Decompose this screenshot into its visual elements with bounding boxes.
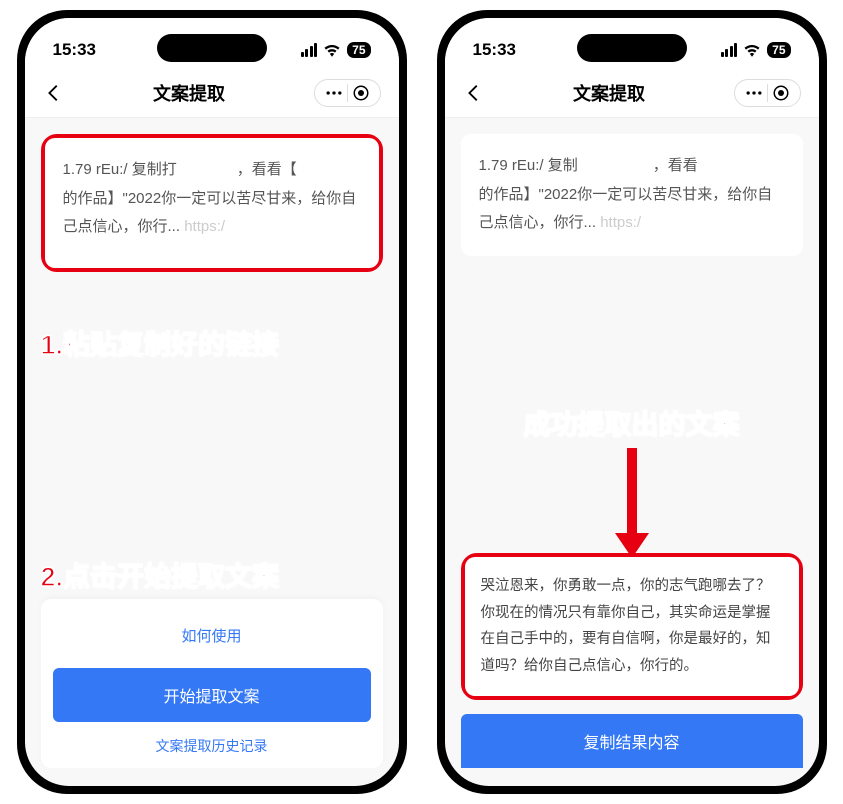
content-area: 1.79 rEu:/ 复制 ，看看 的作品】"2022你一定可以苦尽甘来，给你自… [445,118,819,272]
extracted-text[interactable]: 哭泣恩来，你勇敢一点，你的志气跑哪去了？你现在的情况只有靠你自己，其实命运是掌握… [465,557,799,696]
link-input[interactable]: 1.79 rEu:/ 复制 ，看看 的作品】"2022你一定可以苦尽甘来，给你自… [461,134,803,256]
capsule-button [734,79,801,107]
bottom-area: 哭泣恩来，你勇敢一点，你的志气跑哪去了？你现在的情况只有靠你自己，其实命运是掌握… [461,553,803,768]
arrow-down-icon [612,448,652,558]
screen-right: 15:33 75 文案提取 1.79 rEu:/ 复制 ，看看 的作品】"202… [445,18,819,786]
status-icons: 75 [301,42,371,58]
copy-result-button[interactable]: 复制结果内容 [461,714,803,768]
input-url: https:/ [600,214,641,231]
target-icon[interactable] [348,84,374,102]
bottom-panel: 如何使用 开始提取文案 文案提取历史记录 [41,599,383,768]
page-title: 文案提取 [573,80,645,106]
nav-bar: 文案提取 [25,68,399,118]
link-input[interactable]: 1.79 rEu:/ 复制打 ，看看【 的作品】"2022你一定可以苦尽甘来，给… [45,138,379,268]
phone-right: 15:33 75 文案提取 1.79 rEu:/ 复制 ，看看 的作品】"202… [437,10,827,794]
battery-icon: 75 [767,42,790,58]
status-icons: 75 [721,42,791,58]
status-time: 15:33 [473,40,516,60]
more-icon[interactable] [741,83,767,103]
wifi-icon [323,43,341,57]
back-icon[interactable] [463,82,485,104]
history-link[interactable]: 文案提取历史记录 [53,722,371,756]
status-time: 15:33 [53,40,96,60]
annotation-step2: 2.点击开始提取文案 [41,555,280,594]
notch [577,34,687,62]
input-url: https:/ [184,218,225,235]
annotation-step1: 1.粘贴复制好的链接 [41,323,280,362]
input-highlight: 1.79 rEu:/ 复制打 ，看看【 的作品】"2022你一定可以苦尽甘来，给… [41,134,383,272]
capsule-button [314,79,381,107]
how-to-link[interactable]: 如何使用 [53,611,371,660]
battery-icon: 75 [347,42,370,58]
start-extract-button[interactable]: 开始提取文案 [53,668,371,722]
more-icon[interactable] [321,83,347,103]
content-area: 1.79 rEu:/ 复制打 ，看看【 的作品】"2022你一定可以苦尽甘来，给… [25,118,399,288]
back-icon[interactable] [43,82,65,104]
screen-left: 15:33 75 文案提取 1.79 rEu:/ 复制打 ，看看【 的作品】"2… [25,18,399,786]
result-highlight: 哭泣恩来，你勇敢一点，你的志气跑哪去了？你现在的情况只有靠你自己，其实命运是掌握… [461,553,803,700]
signal-icon [721,43,738,57]
page-title: 文案提取 [153,80,225,106]
annotation-result: 成功提取出的文案 [524,403,740,442]
signal-icon [301,43,318,57]
phone-left: 15:33 75 文案提取 1.79 rEu:/ 复制打 ，看看【 的作品】"2… [17,10,407,794]
target-icon[interactable] [768,84,794,102]
nav-bar: 文案提取 [445,68,819,118]
wifi-icon [743,43,761,57]
notch [157,34,267,62]
